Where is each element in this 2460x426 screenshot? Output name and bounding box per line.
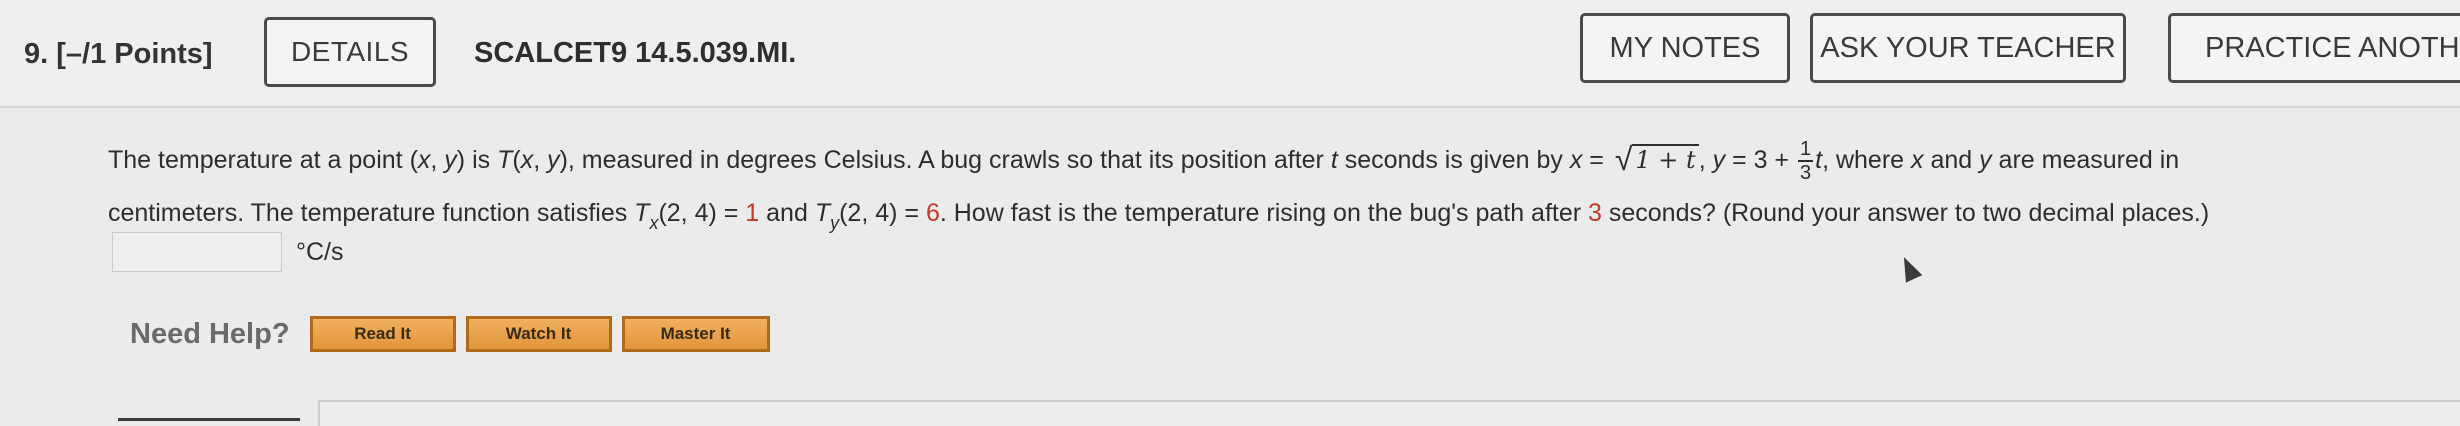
next-section-box xyxy=(318,400,2460,426)
question-number: 9. [–/1 Points] xyxy=(24,38,213,70)
question-text: The temperature at a point (x, y) is T(x… xyxy=(108,132,2448,240)
master-it-button[interactable]: Master It xyxy=(621,316,770,352)
need-help-label: Need Help? xyxy=(130,317,290,350)
tx-value: 1 xyxy=(745,199,760,227)
question-line-2: centimeters. The temperature function sa… xyxy=(108,199,2210,233)
question-header: 9. [–/1 Points] DETAILS SCALCET9 14.5.03… xyxy=(0,0,2460,108)
question-code: SCALCET9 14.5.039.MI. xyxy=(474,37,797,69)
fraction-one-third: 13 xyxy=(1797,138,1814,185)
ask-teacher-button[interactable]: ASK YOUR TEACHER xyxy=(1810,13,2126,83)
ty-value: 6 xyxy=(925,199,940,227)
answer-row: °C/s xyxy=(112,230,344,274)
answer-unit: °C/s xyxy=(296,237,344,266)
question-body: The temperature at a point (x, y) is T(x… xyxy=(0,108,2460,426)
answer-input[interactable] xyxy=(112,232,282,272)
read-it-button[interactable]: Read It xyxy=(309,316,456,352)
square-root-expression: √ 1 + t xyxy=(1611,132,1699,187)
watch-it-button[interactable]: Watch It xyxy=(465,316,612,352)
my-notes-button[interactable]: MY NOTES xyxy=(1580,13,1790,83)
question-card: 9. [–/1 Points] DETAILS SCALCET9 14.5.03… xyxy=(0,0,2460,426)
practice-another-button[interactable]: PRACTICE ANOTHE xyxy=(2168,13,2460,83)
question-line-1: The temperature at a point (x, y) is T(x… xyxy=(108,132,2448,186)
bottom-tab-divider xyxy=(118,418,300,426)
need-help-row: Need Help? Read It Watch It Master It xyxy=(130,316,780,352)
details-button[interactable]: DETAILS xyxy=(264,17,436,87)
seconds-value: 3 xyxy=(1588,199,1602,227)
